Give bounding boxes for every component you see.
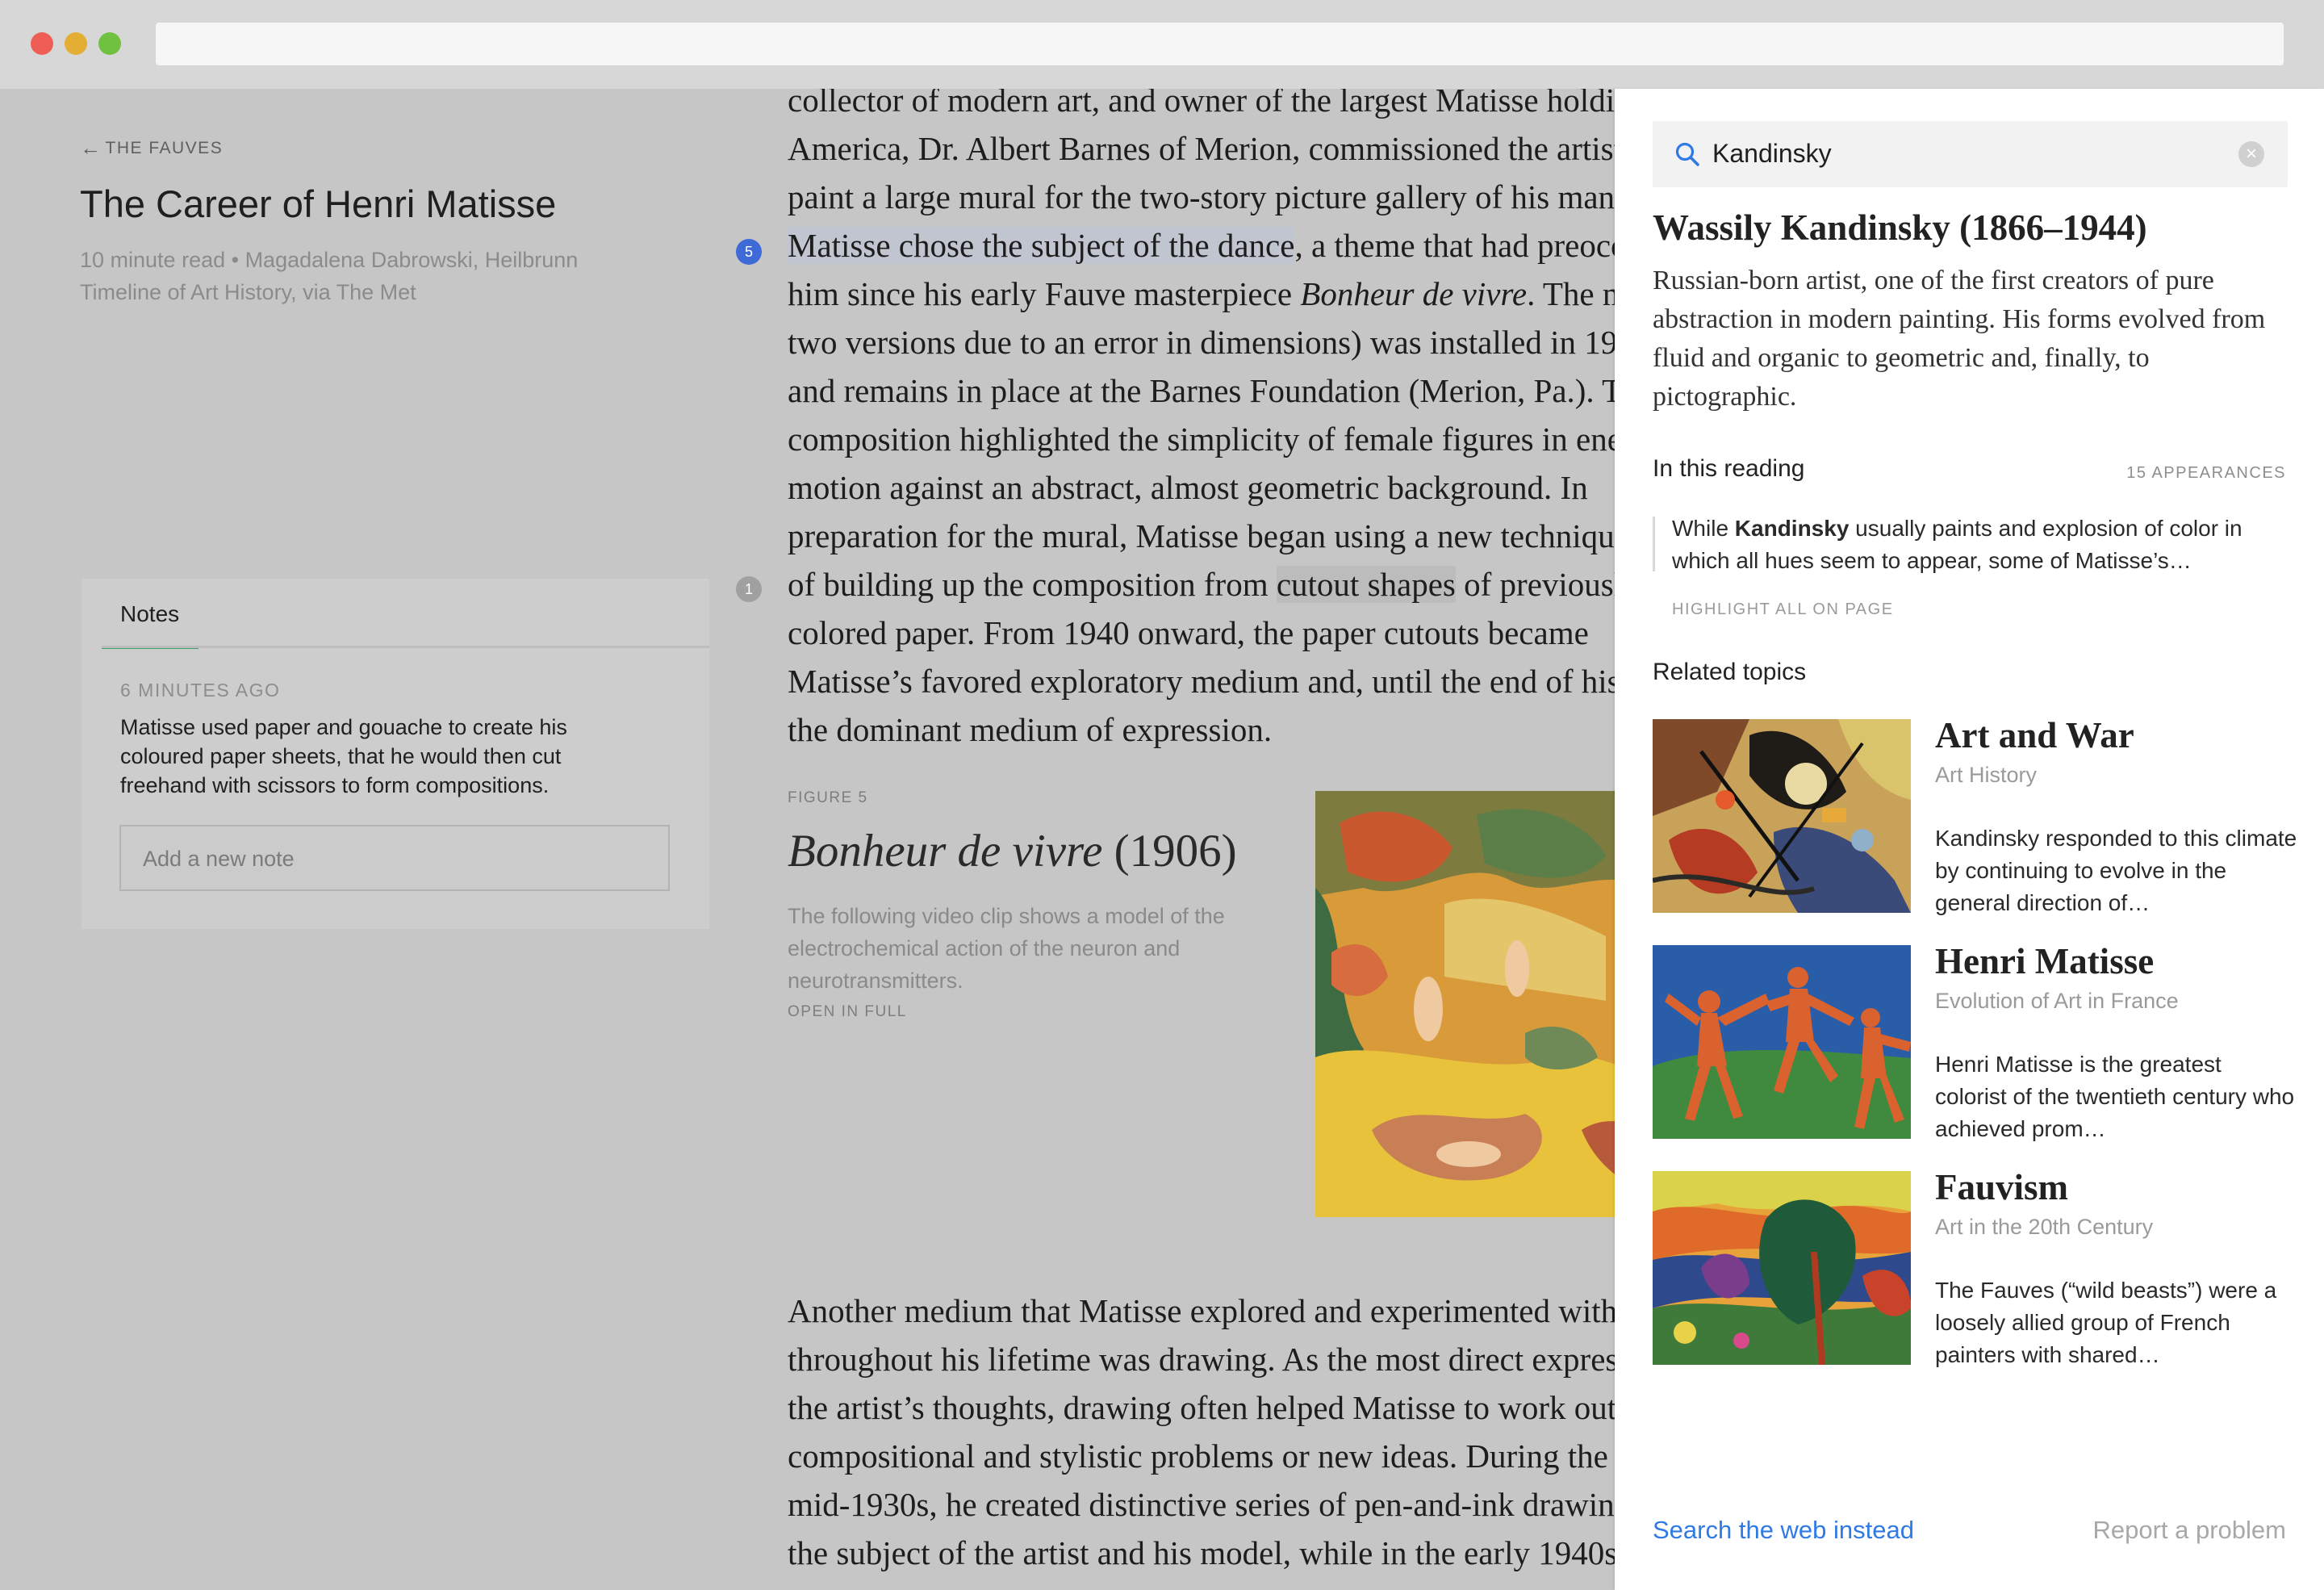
topic-description: Kandinsky responded to this climate by c… — [1935, 826, 2297, 915]
highlight-marker-cutout[interactable]: 1 — [736, 576, 762, 602]
entity-description: Russian-born artist, one of the first cr… — [1653, 266, 2266, 412]
related-topic-card[interactable]: Henri Matisse Evolution of Art in France… — [1653, 941, 2294, 1141]
excerpt-text: While — [1672, 516, 1735, 541]
figure-title-italic: Bonheur de vivre — [788, 826, 1103, 877]
highlight-marker-dance[interactable]: 5 — [736, 239, 762, 265]
text-line: the subject of the artist and his model,… — [788, 1534, 1616, 1571]
text-line: mid-1930s, he created distinctive series… — [788, 1486, 1616, 1523]
related-topic-card[interactable]: Fauvism Art in the 20th Century The Fauv… — [1653, 1167, 2290, 1367]
zoom-window-button[interactable] — [98, 32, 121, 55]
address-bar[interactable] — [156, 23, 2284, 65]
topic-name: Fauvism — [1935, 1167, 2069, 1207]
search-query[interactable]: Kandinsky — [1712, 139, 1832, 169]
text-line: the dominant medium of expression. — [788, 711, 1273, 748]
search-web-link[interactable]: Search the web instead — [1653, 1516, 1914, 1545]
text-line: two versions due to an error in dimensio… — [788, 324, 1616, 361]
text-line: America, Dr. Albert Barnes of Merion, co… — [788, 130, 1616, 167]
figure-painting-image[interactable] — [1315, 791, 1616, 1217]
excerpt-term: Kandinsky — [1734, 516, 1850, 541]
search-field[interactable]: Kandinsky × — [1653, 121, 2288, 187]
topic-name: Art and War — [1935, 715, 2134, 755]
close-icon[interactable]: × — [2238, 141, 2264, 167]
related-topic-card[interactable]: Art and War Art History Kandinsky respon… — [1653, 715, 2297, 915]
text-segment: , a theme that had preoccupied — [1294, 227, 1616, 264]
text-line: motion against an abstract, almost geome… — [788, 469, 1588, 506]
text-line: colored paper. From 1940 onward, the pap… — [788, 614, 1589, 651]
highlight-dance[interactable]: Matisse chose the subject of the dance — [788, 227, 1295, 264]
text-line: Matisse’s favored exploratory medium and… — [788, 663, 1616, 700]
topic-name: Henri Matisse — [1935, 941, 2155, 981]
related-topics-heading: Related topics — [1653, 659, 1807, 685]
artwork-title: Bonheur de vivre — [1300, 275, 1528, 312]
topic-thumbnail — [1653, 945, 1911, 1139]
topic-description: The Fauves (“wild beasts”) were a loosel… — [1935, 1278, 2277, 1367]
figure-label: FIGURE 5 — [788, 789, 868, 806]
figure-title-year: (1906) — [1102, 826, 1237, 877]
topic-category: Art History — [1935, 763, 2038, 787]
window-titlebar — [0, 0, 2324, 89]
lookup-panel: Kandinsky × Wassily Kandinsky (1866–1944… — [1615, 89, 2324, 1590]
figure-title: Bonheur de vivre (1906) — [788, 825, 1237, 877]
report-problem-link[interactable]: Report a problem — [2092, 1516, 2286, 1545]
in-reading-heading: In this reading — [1653, 455, 1805, 482]
topic-thumbnail — [1653, 1171, 1911, 1365]
reading-excerpt[interactable]: While Kandinsky usually paints and explo… — [1672, 513, 2285, 577]
text-line: and remains in place at the Barnes Found… — [788, 372, 1616, 409]
close-window-button[interactable] — [31, 32, 53, 55]
text-line: Matisse chose the subject of the dance, … — [788, 221, 1616, 270]
article-paragraph: Another medium that Matisse explored and… — [788, 1287, 1616, 1577]
text-segment: . The mural (in — [1527, 275, 1616, 312]
text-line: Another medium that Matisse explored and… — [788, 1292, 1616, 1329]
text-line: collector of modern art, and owner of th… — [788, 89, 1616, 119]
topic-category: Art in the 20th Century — [1935, 1215, 2154, 1239]
minimize-window-button[interactable] — [65, 32, 87, 55]
text-segment: of building up the composition from — [788, 566, 1277, 603]
open-in-full-link[interactable]: OPEN IN FULL — [788, 1003, 907, 1021]
article: collector of modern art, and owner of th… — [0, 89, 1616, 1590]
article-paragraph: collector of modern art, and owner of th… — [788, 89, 1616, 754]
figure-caption: The following video clip shows a model o… — [788, 904, 1225, 993]
text-segment: him since his early Fauve masterpiece — [788, 275, 1301, 312]
text-line: the artist’s thoughts, drawing often hel… — [788, 1389, 1616, 1426]
text-line: preparation for the mural, Matisse began… — [788, 517, 1616, 554]
highlight-cutout[interactable]: cutout shapes — [1276, 566, 1456, 603]
topic-category: Evolution of Art in France — [1935, 989, 2179, 1013]
highlight-all-button[interactable]: HIGHLIGHT ALL ON PAGE — [1672, 600, 1894, 619]
text-line: throughout his lifetime was drawing. As … — [788, 1341, 1616, 1378]
appearance-count: 15 APPEARANCES — [2126, 464, 2286, 482]
text-line: him since his early Fauve masterpiece Bo… — [788, 270, 1616, 318]
text-line: composition highlighted the simplicity o… — [788, 421, 1616, 458]
text-line: compositional and stylistic problems or … — [788, 1437, 1608, 1475]
quote-bar — [1653, 517, 1655, 571]
topic-description: Henri Matisse is the greatest colorist o… — [1935, 1052, 2295, 1141]
entity-title: Wassily Kandinsky (1866–1944) — [1653, 207, 2147, 248]
text-line: of building up the composition from cuto… — [788, 560, 1616, 609]
search-icon — [1675, 142, 1699, 166]
topic-thumbnail — [1653, 719, 1911, 913]
text-segment: of previously — [1464, 566, 1616, 603]
text-line: paint a large mural for the two-story pi… — [788, 178, 1616, 215]
